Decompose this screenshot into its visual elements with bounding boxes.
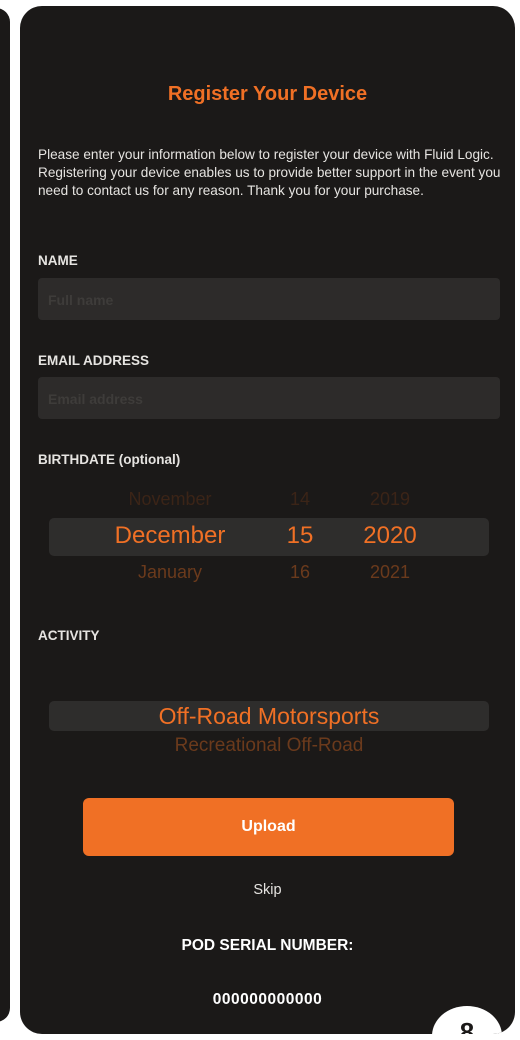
picker-day-prev[interactable]: 14 [275,489,325,510]
name-input[interactable] [46,278,496,322]
picker-month-selected[interactable]: December [90,522,250,550]
picker-year-next[interactable]: 2021 [350,562,430,583]
picker-month-prev[interactable]: November [100,489,240,510]
email-label: EMAIL ADDRESS [38,353,150,368]
picker-year-prev[interactable]: 2019 [350,489,430,510]
picker-month-next[interactable]: January [100,562,240,583]
serial-number-label: POD SERIAL NUMBER: [181,937,354,954]
upload-button[interactable]: Upload [83,798,454,856]
email-field-container [38,377,500,421]
page-title: Register Your Device [167,83,368,105]
picker-year-selected[interactable]: 2020 [350,522,430,550]
picker-day-next[interactable]: 16 [275,562,325,583]
birthdate-label: BIRTHDATE (optional) [38,452,181,467]
name-field-container [38,278,500,322]
activity-option-next[interactable]: Recreational Off-Road [49,735,489,757]
previous-screen-edge [0,8,10,1022]
page-number-badge: 8 [432,1006,502,1034]
picker-day-selected[interactable]: 15 [275,522,325,550]
intro-text: Please enter your information below to r… [38,147,501,198]
activity-option-selected[interactable]: Off-Road Motorsports [49,703,489,730]
name-label: NAME [38,253,78,268]
serial-number-value: 000000000000 [212,991,323,1008]
activity-label: ACTIVITY [38,628,100,643]
email-input[interactable] [46,377,496,421]
registration-screen: Register Your Device Please enter your i… [20,6,515,1034]
skip-link[interactable]: Skip [20,882,515,898]
